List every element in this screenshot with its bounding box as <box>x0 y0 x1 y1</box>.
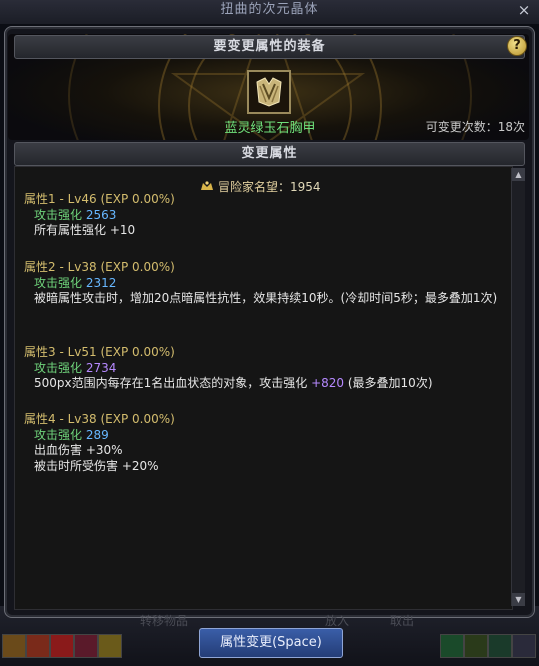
fame-readout: 冒险家名望：1954 <box>200 178 321 195</box>
fame-value: ：1954 <box>278 180 321 194</box>
scrollbar[interactable]: ▲ ▼ <box>511 168 525 606</box>
attribute-line: 500px范围内每存在1名出血状态的对象，攻击强化 +820 (最多叠加10次) <box>34 376 433 390</box>
attack-value: 2563 <box>85 207 117 222</box>
faded-transfer-label: 转移物品 <box>140 614 189 628</box>
change-attribute-button[interactable]: 属性变更(Space) <box>199 628 343 658</box>
attribute-3: 属性3 - Lv51 (EXP 0.00%) 攻击强化 2734 500px范围… <box>24 345 433 392</box>
attribute-title: 属性4 - Lv38 (EXP 0.00%) <box>24 412 175 426</box>
attribute-line: 攻击强化 289 <box>34 427 109 442</box>
quickbar-slot-icon <box>464 634 488 658</box>
bonus-value: +820 <box>311 376 345 390</box>
quickbar-slot-icon <box>440 634 464 658</box>
attribute-line: 所有属性强化 +10 <box>34 223 136 237</box>
attribute-line: 被暗属性攻击时，增加20点暗属性抗性，效果持续10秒。(冷却时间5秒；最多叠加1… <box>34 291 498 305</box>
attribute-line: 攻击强化 2563 <box>34 207 117 222</box>
quickbar-slot-icon <box>488 634 512 658</box>
attribute-line: 攻击强化 2734 <box>34 360 117 375</box>
scroll-down-icon[interactable]: ▼ <box>512 593 525 606</box>
attribute-2: 属性2 - Lv38 (EXP 0.00%) 攻击强化 2312 被暗属性攻击时… <box>24 260 512 307</box>
quickbar-slot-icon <box>74 634 98 658</box>
help-icon[interactable]: ? <box>507 36 527 56</box>
change-count: 可变更次数：18次 <box>425 120 525 134</box>
attribute-line: 攻击强化 2312 <box>34 275 117 290</box>
attribute-line: 出血伤害 +30% <box>34 443 123 457</box>
fame-icon <box>201 181 213 190</box>
close-icon[interactable]: × <box>515 0 533 20</box>
chestplate-icon[interactable] <box>247 70 291 114</box>
attack-value: 2734 <box>85 360 117 375</box>
fame-label: 冒险家名望 <box>218 180 279 194</box>
attribute-4: 属性4 - Lv38 (EXP 0.00%) 攻击强化 289 出血伤害 +30… <box>24 412 175 474</box>
quickbar-slot-icon <box>512 634 536 658</box>
item-name: 蓝灵绿玉石胸甲 <box>224 121 316 136</box>
scroll-up-icon[interactable]: ▲ <box>512 168 525 181</box>
equip-section-header: 要变更属性的装备 <box>14 35 525 59</box>
quickbar-slot-icon <box>50 634 74 658</box>
faded-take-label: 取出 <box>390 614 415 628</box>
attribute-1: 属性1 - Lv46 (EXP 0.00%) 攻击强化 2563 所有属性强化 … <box>24 192 175 239</box>
window-title: 扭曲的次元晶体 <box>220 2 319 17</box>
attribute-line: 被击时所受伤害 +20% <box>34 458 159 473</box>
quickbar-slot-icon <box>26 634 50 658</box>
attribute-title: 属性2 - Lv38 (EXP 0.00%) <box>24 260 175 274</box>
attr-section-header: 变更属性 <box>14 142 525 166</box>
attack-value: 2312 <box>85 275 117 290</box>
quickbar-slot-icon <box>2 634 26 658</box>
quickbar-slot-icon <box>98 634 122 658</box>
attribute-title: 属性3 - Lv51 (EXP 0.00%) <box>24 345 175 359</box>
attribute-title: 属性1 - Lv46 (EXP 0.00%) <box>24 192 175 206</box>
faded-put-label: 放入 <box>325 614 350 628</box>
attack-value: 289 <box>85 427 109 442</box>
